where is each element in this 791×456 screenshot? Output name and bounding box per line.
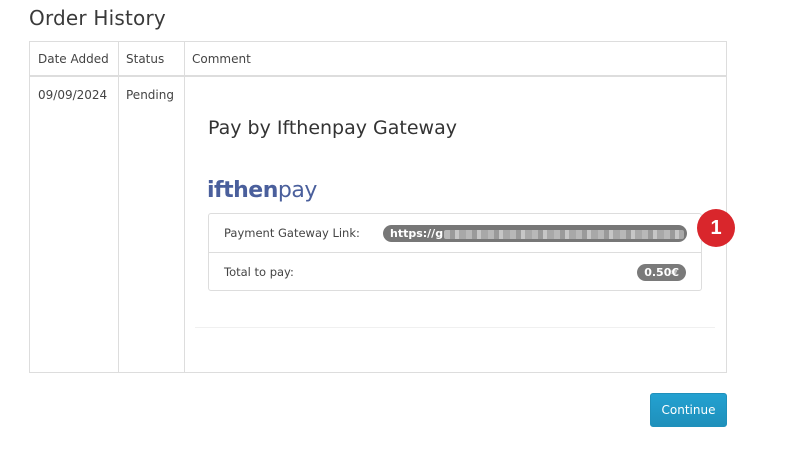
ifthenpay-logo: ifthenpay xyxy=(207,178,317,208)
payment-link-label: Payment Gateway Link: xyxy=(224,226,360,240)
header-date-added: Date Added xyxy=(30,42,118,77)
payment-link-row: Payment Gateway Link: https://g xyxy=(209,214,701,252)
total-badge: 0.50€ xyxy=(637,264,686,281)
payment-link-badge[interactable]: https://g xyxy=(383,225,687,242)
header-status: Status xyxy=(118,42,184,77)
column-divider xyxy=(118,42,119,372)
continue-button[interactable]: Continue xyxy=(650,393,727,427)
total-row: Total to pay: xyxy=(209,253,701,291)
order-history-table: Date Added Status Comment 09/09/2024 Pen… xyxy=(29,41,727,373)
logo-text-light: pay xyxy=(277,178,317,203)
row-date-added: 09/09/2024 xyxy=(38,88,108,102)
annotation-marker: 1 xyxy=(697,209,735,247)
header-comment: Comment xyxy=(184,42,726,77)
payment-link-value: https://g xyxy=(390,227,444,240)
row-status: Pending xyxy=(126,88,174,102)
gateway-title: Pay by Ifthenpay Gateway xyxy=(208,117,457,139)
comment-divider xyxy=(195,327,715,328)
page-title: Order History xyxy=(29,6,166,30)
redacted-link-blur xyxy=(444,229,685,239)
column-divider xyxy=(184,42,185,372)
total-label: Total to pay: xyxy=(224,265,294,279)
gateway-details-panel: Payment Gateway Link: https://g Total to… xyxy=(208,213,702,291)
logo-text-bold: ifthen xyxy=(207,178,278,203)
